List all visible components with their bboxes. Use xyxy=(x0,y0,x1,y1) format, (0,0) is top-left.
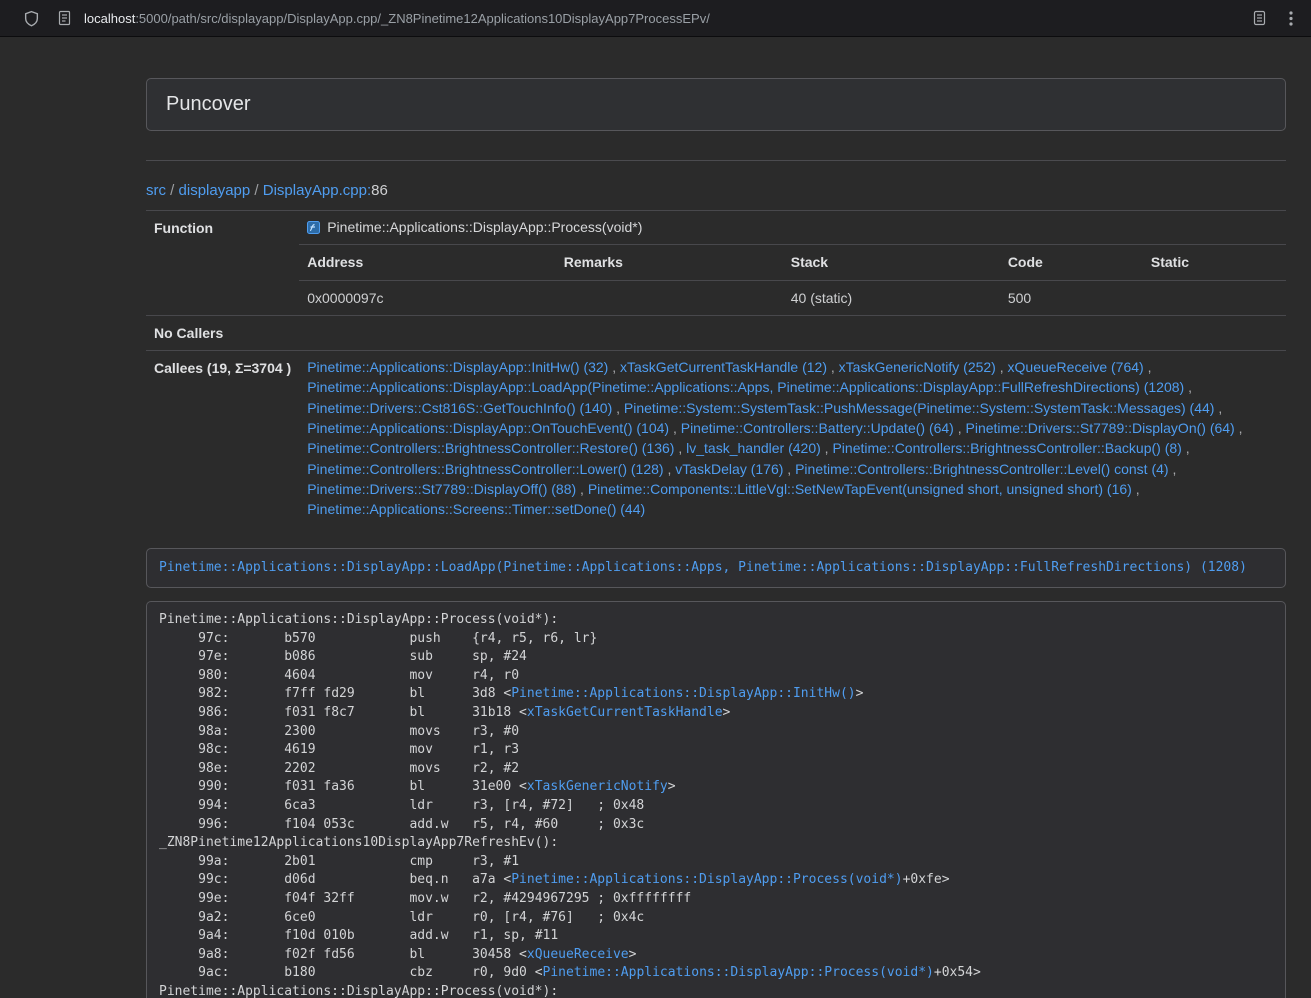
callee-link[interactable]: Pinetime::Drivers::St7789::DisplayOn() (… xyxy=(966,420,1235,436)
page-container: Puncover src / displayapp / DisplayApp.c… xyxy=(146,78,1286,998)
disassembly-box: Pinetime::Applications::DisplayApp::Proc… xyxy=(146,601,1286,998)
callee-link[interactable]: Pinetime::Applications::DisplayApp::OnTo… xyxy=(307,420,669,436)
stats-column-header: Code xyxy=(1000,245,1143,280)
function-label: Function xyxy=(146,211,299,316)
function-table: Function Pinetime::Applications::Display… xyxy=(146,210,1286,526)
disassembly-symbol-link[interactable]: xQueueReceive xyxy=(527,947,629,962)
callee-separator: , xyxy=(1184,379,1192,395)
callee-link[interactable]: xTaskGenericNotify (252) xyxy=(839,359,996,375)
page-header: Puncover xyxy=(146,78,1286,131)
callee-link[interactable]: Pinetime::Controllers::BrightnessControl… xyxy=(832,440,1181,456)
callee-separator: , xyxy=(783,461,795,477)
stats-value xyxy=(1143,280,1286,315)
page-title: Puncover xyxy=(166,93,251,115)
callee-link[interactable]: Pinetime::Controllers::BrightnessControl… xyxy=(795,461,1168,477)
stats-value-row: 0x0000097c 40 (static)500 xyxy=(299,280,1286,315)
reader-view-icon[interactable] xyxy=(1252,10,1267,26)
stats-column-header: Address xyxy=(299,245,556,280)
callee-separator: , xyxy=(827,359,839,375)
callee-link[interactable]: Pinetime::Controllers::BrightnessControl… xyxy=(307,440,674,456)
callee-link[interactable]: xTaskGetCurrentTaskHandle (12) xyxy=(620,359,827,375)
breadcrumb-line-number: 86 xyxy=(371,182,388,199)
function-name-row: Pinetime::Applications::DisplayApp::Proc… xyxy=(299,211,1286,244)
stats-value: 0x0000097c xyxy=(299,280,556,315)
callee-separator: , xyxy=(576,481,588,497)
breadcrumb-link[interactable]: src xyxy=(146,182,166,199)
callee-link[interactable]: Pinetime::System::SystemTask::PushMessag… xyxy=(624,400,1215,416)
callee-separator: , xyxy=(821,440,833,456)
callees-cell: Pinetime::Applications::DisplayApp::Init… xyxy=(299,351,1286,526)
callees-label: Callees (19, Σ=3704 ) xyxy=(146,351,299,526)
callee-link[interactable]: Pinetime::Components::LittleVgl::SetNewT… xyxy=(588,481,1132,497)
stats-table: AddressRemarksStackCodeStatic 0x0000097c… xyxy=(299,244,1286,315)
callee-link[interactable]: Pinetime::Drivers::Cst816S::GetTouchInfo… xyxy=(307,400,612,416)
shield-icon[interactable] xyxy=(23,10,40,27)
stats-column-header: Remarks xyxy=(556,245,783,280)
function-row: Function Pinetime::Applications::Display… xyxy=(146,211,1286,316)
callee-link[interactable]: xQueueReceive (764) xyxy=(1008,359,1144,375)
breadcrumb-link[interactable]: displayapp xyxy=(179,182,251,199)
function-detail-cell: Pinetime::Applications::DisplayApp::Proc… xyxy=(299,211,1286,316)
callee-link[interactable]: Pinetime::Controllers::BrightnessControl… xyxy=(307,461,663,477)
callee-separator: , xyxy=(674,440,686,456)
callee-separator: , xyxy=(1182,440,1190,456)
selected-symbol-box: Pinetime::Applications::DisplayApp::Load… xyxy=(146,548,1286,588)
url-path: :5000/path/src/displayapp/DisplayApp.cpp… xyxy=(135,11,710,26)
callee-link[interactable]: Pinetime::Drivers::St7789::DisplayOff() … xyxy=(307,481,576,497)
stats-column-header: Stack xyxy=(783,245,1000,280)
no-callers-cell xyxy=(299,315,1286,350)
breadcrumb: src / displayapp / DisplayApp.cpp:86 xyxy=(146,182,1286,199)
stats-value: 40 (static) xyxy=(783,280,1000,315)
function-name: Pinetime::Applications::DisplayApp::Proc… xyxy=(327,217,642,237)
callee-link[interactable]: lv_task_handler (420) xyxy=(686,440,821,456)
callee-separator: , xyxy=(1169,461,1177,477)
callee-separator: , xyxy=(1132,481,1140,497)
stats-header-row: AddressRemarksStackCodeStatic xyxy=(299,245,1286,280)
stats-value: 500 xyxy=(1000,280,1143,315)
breadcrumb-link[interactable]: DisplayApp.cpp: xyxy=(263,182,371,199)
callee-separator: , xyxy=(996,359,1008,375)
disassembly-symbol-link[interactable]: Pinetime::Applications::DisplayApp::Proc… xyxy=(511,872,902,887)
disassembly-symbol-link[interactable]: xTaskGetCurrentTaskHandle xyxy=(527,705,723,720)
callee-link[interactable]: Pinetime::Applications::Screens::Timer::… xyxy=(307,501,645,517)
callee-separator: , xyxy=(669,420,681,436)
disassembly-symbol-link[interactable]: Pinetime::Applications::DisplayApp::Init… xyxy=(511,686,855,701)
callees-list: Pinetime::Applications::DisplayApp::Init… xyxy=(307,357,1278,519)
callee-link[interactable]: Pinetime::Applications::DisplayApp::Load… xyxy=(307,379,1184,395)
callee-separator: , xyxy=(1235,420,1243,436)
breadcrumb-separator: / xyxy=(166,182,179,199)
disassembly-symbol-link[interactable]: Pinetime::Applications::DisplayApp::Proc… xyxy=(543,965,934,980)
callee-separator: , xyxy=(608,359,620,375)
callees-row: Callees (19, Σ=3704 ) Pinetime::Applicat… xyxy=(146,351,1286,526)
divider xyxy=(146,160,1286,161)
function-icon xyxy=(307,221,320,234)
callee-separator: , xyxy=(1214,400,1222,416)
callee-link[interactable]: Pinetime::Applications::DisplayApp::Init… xyxy=(307,359,608,375)
stats-column-header: Static xyxy=(1143,245,1286,280)
callee-link[interactable]: vTaskDelay (176) xyxy=(675,461,783,477)
callee-separator: , xyxy=(1144,359,1152,375)
no-callers-row: No Callers xyxy=(146,315,1286,350)
browser-toolbar: localhost:5000/path/src/displayapp/Displ… xyxy=(0,0,1311,37)
callee-separator: , xyxy=(954,420,966,436)
disassembly-pre: Pinetime::Applications::DisplayApp::Proc… xyxy=(159,611,1273,998)
page-icon[interactable] xyxy=(57,10,72,26)
callee-separator: , xyxy=(664,461,676,477)
callee-separator: , xyxy=(612,400,624,416)
menu-kebab-icon[interactable] xyxy=(1289,10,1293,27)
stats-value xyxy=(556,280,783,315)
no-callers-label: No Callers xyxy=(146,315,299,350)
breadcrumb-separator: / xyxy=(250,182,263,199)
disassembly-symbol-link[interactable]: xTaskGenericNotify xyxy=(527,779,668,794)
url-host: localhost xyxy=(84,11,135,26)
url-bar[interactable]: localhost:5000/path/src/displayapp/Displ… xyxy=(84,11,1252,26)
selected-symbol-link[interactable]: Pinetime::Applications::DisplayApp::Load… xyxy=(159,560,1247,575)
callee-link[interactable]: Pinetime::Controllers::Battery::Update()… xyxy=(681,420,954,436)
